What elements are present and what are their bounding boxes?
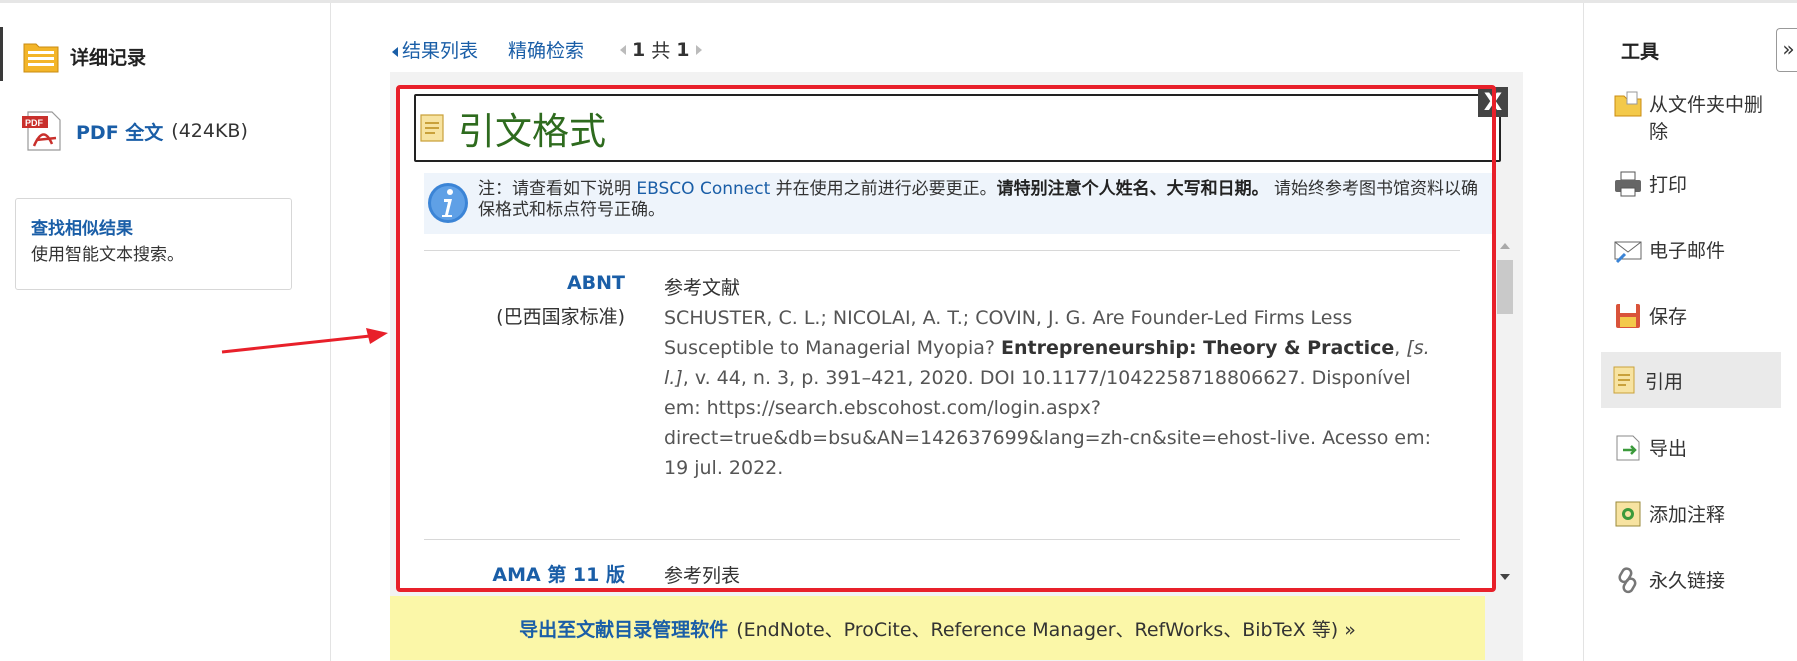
save-icon bbox=[1616, 304, 1640, 328]
cite-icon bbox=[420, 114, 444, 142]
style-name-abnt: ABNT bbox=[566, 272, 625, 294]
add-note-icon bbox=[1615, 501, 1641, 527]
tool-label: 保存 bbox=[1649, 306, 1688, 328]
export-to-reference-manager-link[interactable]: 导出至文献目录管理软件 bbox=[519, 615, 728, 642]
tool-permalink[interactable]: 永久链接 bbox=[1605, 562, 1781, 598]
tool-cite[interactable]: 引用 bbox=[1601, 352, 1781, 408]
printer-icon bbox=[1615, 171, 1641, 197]
style-name-ama: AMA 第 11 版 bbox=[492, 564, 625, 586]
ebsco-connect-link[interactable]: EBSCO Connect bbox=[636, 179, 770, 199]
scroll-thumb[interactable] bbox=[1497, 260, 1513, 314]
tool-label: 导出 bbox=[1649, 438, 1688, 460]
close-button[interactable]: X bbox=[1478, 87, 1508, 117]
export-formats: (EndNote、ProCite、Reference Manager、RefWo… bbox=[736, 618, 1356, 641]
tool-remove-from-folder[interactable]: 从文件夹中删除 bbox=[1605, 86, 1781, 148]
results-list-label: 结果列表 bbox=[402, 40, 479, 62]
detailed-record-icon bbox=[23, 43, 59, 73]
collapse-tools-button[interactable]: » bbox=[1776, 28, 1797, 72]
citation-notice: 注：请查看如下说明 EBSCO Connect 并在使用之前进行必要更正。请特别… bbox=[424, 173, 1494, 234]
style-sub-abnt: (巴西国家标准) bbox=[496, 306, 625, 328]
citation-header: 引文格式 bbox=[414, 94, 1501, 162]
citation-notice-text: 注：请查看如下说明 EBSCO Connect 并在使用之前进行必要更正。请特别… bbox=[478, 179, 1479, 220]
cite-icon bbox=[1613, 366, 1635, 394]
back-to-results-link[interactable]: 结果列表 bbox=[392, 36, 478, 63]
pdf-label: PDF 全文 bbox=[76, 121, 164, 144]
find-similar-link[interactable]: 查找相似结果 bbox=[31, 216, 276, 242]
next-page-icon[interactable] bbox=[695, 44, 702, 55]
tool-label: 打印 bbox=[1649, 174, 1688, 196]
tool-label: 引用 bbox=[1645, 370, 1684, 393]
pager: 1 共 1 bbox=[620, 36, 702, 63]
citation-scrollbar[interactable] bbox=[1494, 240, 1516, 588]
export-bar[interactable]: 导出至文献目录管理软件 (EndNote、ProCite、Reference M… bbox=[390, 596, 1485, 660]
record-navigation: 结果列表 精确检索 1 共 1 bbox=[392, 36, 702, 63]
back-arrow-icon bbox=[392, 47, 398, 57]
pdf-icon: PDF bbox=[22, 111, 61, 151]
divider bbox=[424, 250, 1460, 251]
tool-add-note[interactable]: 添加注释 bbox=[1605, 496, 1781, 532]
prev-page-icon[interactable] bbox=[620, 44, 627, 55]
scroll-up-icon[interactable] bbox=[1500, 243, 1510, 249]
find-similar-box: 查找相似结果 使用智能文本搜索。 bbox=[15, 198, 292, 290]
tool-label: 电子邮件 bbox=[1649, 240, 1726, 262]
tools-title: 工具 bbox=[1621, 41, 1660, 63]
tool-export[interactable]: 导出 bbox=[1605, 430, 1781, 466]
svg-text:PDF: PDF bbox=[25, 118, 44, 128]
annotation-arrow-icon bbox=[221, 328, 388, 354]
tool-print[interactable]: 打印 bbox=[1605, 166, 1781, 202]
ref-heading-ama: 参考列表 bbox=[664, 565, 741, 587]
page-of-label: 共 bbox=[651, 40, 671, 62]
tool-label: 从文件夹中删除 bbox=[1649, 94, 1764, 143]
email-icon bbox=[1614, 241, 1642, 264]
refine-search-link[interactable]: 精确检索 bbox=[508, 36, 584, 63]
find-similar-description: 使用智能文本搜索。 bbox=[31, 245, 184, 265]
pdf-fulltext-link[interactable]: PDF PDF 全文 (424KB) bbox=[22, 110, 248, 152]
tool-save[interactable]: 保存 bbox=[1605, 298, 1781, 334]
info-icon bbox=[428, 183, 468, 223]
current-page: 1 bbox=[632, 38, 646, 61]
tool-label: 添加注释 bbox=[1649, 504, 1726, 526]
divider bbox=[424, 539, 1460, 540]
detailed-record-label: 详细记录 bbox=[70, 46, 147, 69]
active-indicator bbox=[0, 27, 3, 81]
permalink-icon bbox=[1618, 567, 1637, 594]
total-pages: 1 bbox=[676, 38, 690, 61]
tool-email[interactable]: 电子邮件 bbox=[1605, 232, 1781, 268]
folder-remove-icon bbox=[1614, 91, 1642, 117]
citation-title: 引文格式 bbox=[458, 110, 606, 153]
detailed-record-link[interactable]: 详细记录 bbox=[22, 38, 146, 74]
pdf-size: (424KB) bbox=[171, 120, 248, 142]
ref-heading-abnt: 参考文献 bbox=[664, 277, 741, 299]
export-icon bbox=[1616, 435, 1640, 461]
scroll-down-icon[interactable] bbox=[1500, 574, 1510, 580]
reference-abnt: SCHUSTER, C. L.; NICOLAI, A. T.; COVIN, … bbox=[664, 307, 1431, 479]
tool-label: 永久链接 bbox=[1649, 570, 1726, 592]
